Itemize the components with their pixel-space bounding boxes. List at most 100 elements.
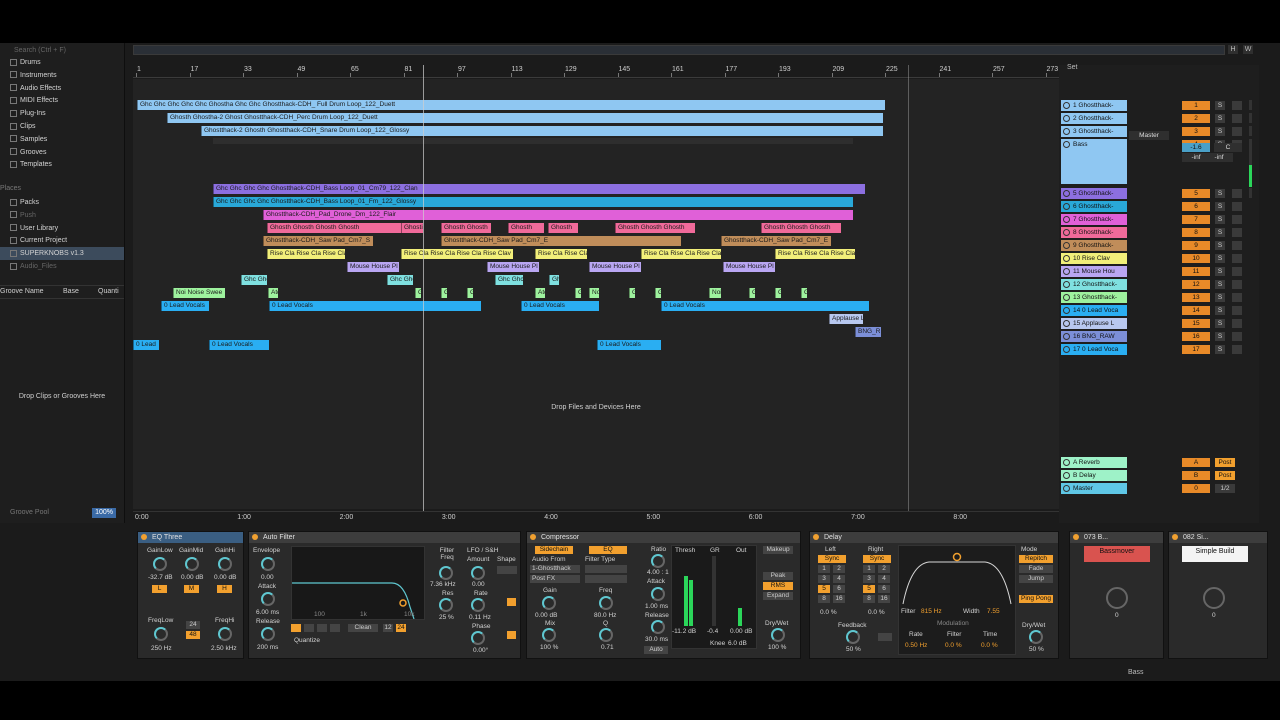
arrangement-clip[interactable]: G bbox=[801, 288, 807, 298]
solo-button[interactable]: S bbox=[1215, 306, 1225, 315]
arrangement-clip[interactable]: 0 Lead Vocals bbox=[161, 301, 209, 311]
arrangement-clip[interactable]: Noi bbox=[589, 288, 599, 298]
bassmover-macro-label[interactable]: Bassmover bbox=[1084, 546, 1150, 562]
filter-type-notch[interactable] bbox=[330, 624, 340, 632]
drywet-knob[interactable] bbox=[771, 628, 785, 642]
playhead[interactable] bbox=[423, 65, 424, 521]
track-activator[interactable]: B bbox=[1182, 471, 1210, 480]
mod-rate-value[interactable]: 0.50 Hz bbox=[905, 642, 927, 649]
arrangement-clip[interactable]: Noi bbox=[709, 288, 721, 298]
arrangement-lane[interactable]: Rise Cla Rise Cla Rise Cla Rise Cla Rise … bbox=[133, 249, 1059, 261]
solo-button[interactable]: S bbox=[1215, 114, 1225, 123]
browser-category-midi-effects[interactable]: MIDI Effects bbox=[0, 94, 124, 107]
delay-filter-graph[interactable]: Filter 815 Hz Width 7.55 Modulation Rate… bbox=[898, 545, 1016, 655]
left-beat-step-button[interactable]: 4 bbox=[833, 575, 845, 583]
arrangement-clip[interactable]: Ghc Ghc bbox=[241, 275, 267, 285]
track-activator[interactable]: 12 bbox=[1182, 280, 1210, 289]
routing-dropdown[interactable]: Master bbox=[1129, 131, 1169, 140]
arrangement-lane[interactable]: Ghosth Ghosth Ghosth Ghosth Ghosti Ghosth … bbox=[133, 223, 1059, 235]
arm-button[interactable] bbox=[1232, 345, 1242, 354]
sc-mix-knob[interactable] bbox=[542, 628, 556, 642]
track-fold-icon[interactable] bbox=[1063, 203, 1070, 210]
arrangement-overview[interactable] bbox=[133, 45, 1225, 55]
browser-category-grooves[interactable]: Grooves bbox=[0, 146, 124, 159]
arrangement-clip[interactable]: G bbox=[575, 288, 581, 298]
track-activator[interactable]: 16 bbox=[1182, 332, 1210, 341]
track-activator[interactable]: 9 bbox=[1182, 241, 1210, 250]
arm-button[interactable] bbox=[1232, 280, 1242, 289]
mode-fade[interactable]: Fade bbox=[1019, 565, 1053, 573]
freqhi-knob[interactable] bbox=[218, 627, 232, 641]
track-header[interactable]: 5 Ghostthack- bbox=[1061, 188, 1127, 199]
device-power-icon[interactable] bbox=[252, 534, 258, 540]
track-activator[interactable]: 13 bbox=[1182, 293, 1210, 302]
device-power-icon[interactable] bbox=[530, 534, 536, 540]
browser-category-drums[interactable]: Drums bbox=[0, 56, 124, 69]
lfo-phase-knob[interactable] bbox=[471, 631, 485, 645]
right-beat-step-button[interactable]: 5 bbox=[863, 585, 875, 593]
arm-button[interactable] bbox=[1232, 114, 1242, 123]
solo-button[interactable]: S bbox=[1215, 332, 1225, 341]
lfo-amount-knob[interactable] bbox=[471, 566, 485, 580]
feedback-knob[interactable] bbox=[846, 630, 860, 644]
solo-button[interactable]: S bbox=[1215, 228, 1225, 237]
audio-tap-dropdown[interactable]: Post FX bbox=[530, 575, 580, 583]
arrangement-clip[interactable]: Ghostthack-CDH_Pad_Drone_Dm_122_Flair bbox=[263, 210, 853, 220]
track-header[interactable]: 7 Ghostthack- bbox=[1061, 214, 1127, 225]
volume-field[interactable]: -1.6 bbox=[1182, 143, 1210, 152]
arm-button[interactable] bbox=[1232, 228, 1242, 237]
arm-button[interactable] bbox=[1232, 319, 1242, 328]
audio-from-dropdown[interactable]: 1-Ghostthack bbox=[530, 565, 580, 573]
arrangement-clip[interactable]: 0 Lead Vocals bbox=[661, 301, 869, 311]
slope-48-button[interactable]: 48 bbox=[186, 631, 200, 639]
arrangement-lane[interactable]: Ghostthack-CDH_Pad_Drone_Dm_122_Flair bbox=[133, 210, 1059, 222]
arrangement-clip[interactable]: Ghosth Ghosth bbox=[441, 223, 491, 233]
sc-q-knob[interactable] bbox=[599, 628, 613, 642]
arm-button[interactable] bbox=[1232, 254, 1242, 263]
left-beat-step-button[interactable]: 2 bbox=[833, 565, 845, 573]
auto-filter-title[interactable]: Auto Filter bbox=[249, 532, 520, 543]
left-beat-step-button[interactable]: 6 bbox=[833, 585, 845, 593]
filter-freq-knob[interactable] bbox=[439, 566, 453, 580]
mid-band-toggle[interactable]: M bbox=[184, 585, 199, 593]
compressor-device[interactable]: Compressor Sidechain EQ Audio From 1-Gho… bbox=[526, 531, 801, 659]
filter-value[interactable]: 815 Hz bbox=[921, 608, 942, 615]
arrangement-clip[interactable]: Ghostthack-CDH_Saw Pad_Cm7_S bbox=[263, 236, 373, 246]
arrangement-lane[interactable]: Ghc Ghc Ghc Ghc Ghostthack-CDH_Bass Loop… bbox=[133, 184, 1059, 196]
arrangement-clip[interactable]: Rise Cla Rise Cla Rise Cla bbox=[267, 249, 345, 259]
browser-category-samples[interactable]: Samples bbox=[0, 133, 124, 146]
arrangement-clip[interactable]: Mouse House Pl bbox=[723, 262, 775, 272]
bassmover-macro-knob[interactable] bbox=[1106, 587, 1128, 609]
track-activator[interactable]: 2 bbox=[1182, 114, 1210, 123]
left-beat-step-button[interactable]: 3 bbox=[818, 575, 830, 583]
track-fold-icon[interactable] bbox=[1063, 102, 1070, 109]
arrangement-lane[interactable]: Mouse House Pl Mouse House Pl Mouse House … bbox=[133, 262, 1059, 274]
arrangement-clip[interactable]: Ghc Ghc bbox=[387, 275, 413, 285]
arm-button[interactable] bbox=[1232, 332, 1242, 341]
track-activator[interactable]: 15 bbox=[1182, 319, 1210, 328]
rack-bassmover[interactable]: 073 B... Bassmover 0 bbox=[1069, 531, 1164, 659]
arrangement-clip[interactable]: Ghosth Ghosth Ghosth bbox=[761, 223, 841, 233]
solo-button[interactable]: S bbox=[1215, 345, 1225, 354]
browser-category-templates[interactable]: Templates bbox=[0, 158, 124, 171]
arm-button[interactable] bbox=[1232, 127, 1242, 136]
left-sync-button[interactable]: Sync bbox=[818, 555, 846, 563]
track-header[interactable]: Bass bbox=[1061, 139, 1127, 184]
res-knob[interactable] bbox=[439, 598, 453, 612]
arrangement-clip[interactable]: Ghosth Ghosth Ghosth Ghosth bbox=[267, 223, 405, 233]
overview-w-button[interactable]: W bbox=[1243, 45, 1253, 54]
arrangement-clip[interactable]: G bbox=[749, 288, 755, 298]
arm-button[interactable] bbox=[1232, 267, 1242, 276]
arrangement-clip[interactable]: Ghostthack-2 Ghosth Ghostthack-CDH_Snare… bbox=[201, 126, 883, 136]
delay-title[interactable]: Delay bbox=[810, 532, 1058, 543]
envelope-knob[interactable] bbox=[261, 557, 275, 571]
ratio-knob[interactable] bbox=[651, 554, 665, 568]
arm-button[interactable] bbox=[1232, 306, 1242, 315]
solo-button[interactable]: S bbox=[1215, 319, 1225, 328]
delay-device[interactable]: Delay Left Right Sync Sync 0.0 % 0.0 % F… bbox=[809, 531, 1059, 659]
solo-button[interactable]: S bbox=[1215, 127, 1225, 136]
arrangement-clip[interactable]: 0 Lead Vocals bbox=[521, 301, 599, 311]
browser-category-instruments[interactable]: Instruments bbox=[0, 69, 124, 82]
arm-button[interactable] bbox=[1232, 293, 1242, 302]
send-mode-button[interactable]: Post bbox=[1215, 458, 1235, 467]
